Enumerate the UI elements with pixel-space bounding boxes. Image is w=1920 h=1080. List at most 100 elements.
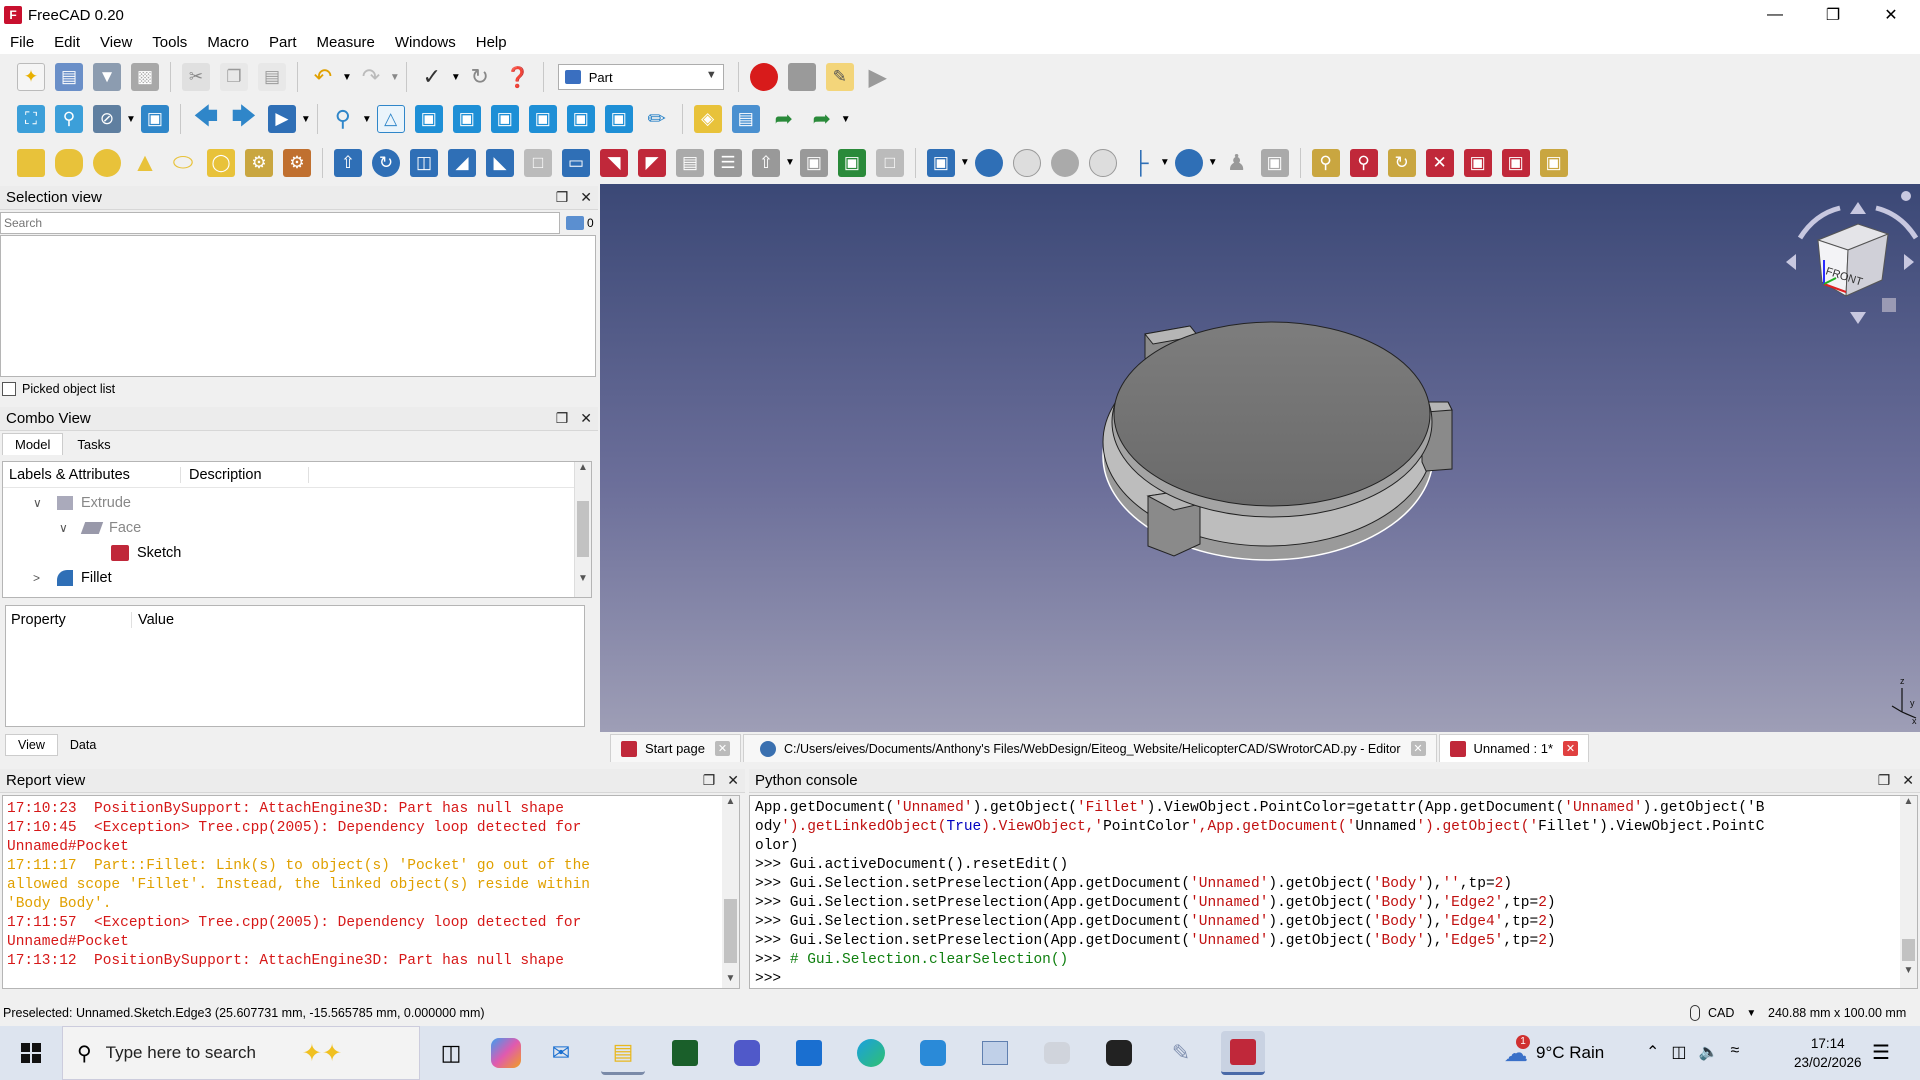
expand-icon[interactable]: ∨ (33, 496, 49, 510)
cross-sections-icon[interactable]: ☰ (714, 148, 742, 177)
refresh-check-icon[interactable]: ✓ (418, 63, 446, 91)
teams-icon[interactable] (725, 1031, 769, 1075)
menu-measure[interactable]: Measure (307, 34, 385, 51)
menu-part[interactable]: Part (259, 34, 307, 51)
tab-tasks[interactable]: Tasks (63, 434, 124, 455)
settings-app-icon[interactable] (1097, 1031, 1141, 1075)
taskbar-search-box[interactable]: ⚲ Type here to search ✦✦ (62, 1026, 420, 1080)
fillet-icon[interactable]: ◢ (448, 148, 476, 177)
macros-edit-icon[interactable]: ✎ (825, 63, 854, 91)
zoom-dropdown-icon[interactable]: ▼ (362, 114, 372, 125)
navigation-cube[interactable]: FRONT (1786, 191, 1919, 324)
right-view-icon[interactable]: ▣ (490, 105, 519, 133)
compound-tools-icon[interactable]: ▣ (926, 148, 955, 177)
link-dropdown-icon[interactable]: ▼ (841, 114, 851, 125)
spreadsheet-app-icon[interactable] (663, 1031, 707, 1075)
close-panel-icon[interactable]: ✕ (580, 189, 592, 206)
float-panel-icon[interactable]: ❐ (556, 189, 569, 206)
save-icon[interactable]: ▼ (93, 63, 121, 91)
tree-item-extrude[interactable]: ∨ Extrude (33, 490, 131, 515)
column-description[interactable]: Description (181, 466, 309, 483)
undo-icon[interactable]: ↶ (309, 63, 337, 91)
boolean-icon[interactable] (974, 148, 1003, 177)
close-tab-icon[interactable]: ✕ (715, 741, 730, 756)
collapse-icon[interactable]: > (33, 571, 49, 585)
tree-item-fillet[interactable]: > Fillet (33, 565, 112, 590)
common-icon[interactable] (1088, 148, 1117, 177)
windows-start-icon[interactable] (0, 1026, 62, 1080)
split-icon[interactable] (1174, 148, 1203, 177)
menu-view[interactable]: View (90, 34, 142, 51)
compound-dropdown-icon[interactable]: ▼ (960, 157, 970, 168)
close-window-button[interactable]: ✕ (1862, 0, 1920, 30)
selection-list[interactable] (0, 235, 596, 377)
selection-search-input[interactable] (0, 212, 560, 234)
bounding-box-icon[interactable]: ▣ (140, 105, 169, 133)
column-labels-attributes[interactable]: Labels & Attributes (3, 466, 181, 483)
tray-chevron-up-icon[interactable]: ⌃ (1646, 1042, 1659, 1062)
menu-edit[interactable]: Edit (44, 34, 90, 51)
defeaturing-icon[interactable]: ▣ (1260, 148, 1289, 177)
copilot-icon[interactable] (491, 1038, 521, 1068)
fit-selection-icon[interactable]: ⚲ (55, 105, 83, 133)
fuse-icon[interactable] (1050, 148, 1079, 177)
measure-linear-icon[interactable]: ⚲ (1311, 148, 1340, 177)
rear-view-icon[interactable]: ▣ (528, 105, 557, 133)
copy-icon[interactable]: ❐ (220, 63, 248, 91)
file-explorer-icon[interactable]: ▤ (601, 1031, 645, 1075)
draw-style-dropdown-icon[interactable]: ▼ (126, 114, 136, 125)
scrollbar-thumb[interactable] (577, 501, 589, 557)
toggle-delta-icon[interactable]: ▣ (1539, 148, 1568, 177)
thickness-icon[interactable]: ▣ (799, 148, 828, 177)
clear-all-icon[interactable]: ✕ (1425, 148, 1454, 177)
mail-icon[interactable]: ✉ (539, 1031, 583, 1075)
undo-dropdown-icon[interactable]: ▼ (342, 72, 352, 83)
clear-search-icon[interactable] (566, 216, 584, 230)
redo-dropdown-icon[interactable]: ▼ (390, 72, 400, 83)
projection-icon[interactable]: ▣ (837, 148, 866, 177)
back-arrow-icon[interactable]: 🡄 (192, 103, 220, 133)
close-tab-icon[interactable]: ✕ (1410, 741, 1426, 756)
menu-help[interactable]: Help (466, 34, 517, 51)
run-macro-icon[interactable]: ▶ (864, 63, 892, 91)
store-icon[interactable] (787, 1031, 831, 1075)
front-view-icon[interactable]: ▣ (414, 105, 443, 133)
stop-macro-icon[interactable] (787, 63, 816, 91)
tab-data[interactable]: Data (58, 735, 108, 755)
close-tab-icon[interactable]: ✕ (1563, 741, 1579, 756)
doc-tab-start-page[interactable]: Start page ✕ (610, 734, 741, 762)
measure-angular-icon[interactable]: ⚲ (1349, 148, 1378, 177)
close-panel-icon[interactable]: ✕ (727, 772, 739, 789)
shape-builder-icon[interactable]: ⚙ (283, 148, 311, 177)
offset-dropdown-icon[interactable]: ▼ (785, 157, 795, 168)
zoom-icon[interactable]: ⚲ (329, 105, 357, 133)
forward-arrow-icon[interactable]: 🡆 (230, 103, 258, 133)
tray-device-icon[interactable]: ◫ (1671, 1042, 1686, 1062)
draw-style-icon[interactable]: ⊘ (93, 105, 121, 133)
fit-all-icon[interactable]: ⛶ (17, 105, 45, 133)
console-scrollbar[interactable]: ▲ ▼ (1900, 796, 1917, 988)
restore-button[interactable]: ❐ (1804, 0, 1862, 30)
report-scrollbar[interactable]: ▲ ▼ (722, 796, 739, 988)
new-document-icon[interactable]: ✦ (17, 63, 45, 91)
isometric-view-icon[interactable]: △ (376, 105, 405, 133)
navigation-style-selector[interactable]: CAD ▼ (1690, 1002, 1756, 1024)
color-per-face-icon[interactable]: □ (875, 148, 904, 177)
float-panel-icon[interactable]: ❐ (1878, 772, 1891, 789)
picked-object-checkbox[interactable] (2, 382, 16, 396)
weather-widget[interactable]: ☁ 1 9°C Rain (1504, 1034, 1604, 1070)
close-panel-icon[interactable]: ✕ (580, 410, 592, 427)
loft-icon[interactable]: ◥ (600, 148, 628, 177)
scrollbar-thumb[interactable] (724, 899, 737, 963)
expand-icon[interactable]: ∨ (59, 521, 75, 535)
part-cylinder-icon[interactable] (55, 148, 83, 177)
mirror-icon[interactable]: ◫ (410, 148, 438, 177)
task-view-icon[interactable]: ◫ (429, 1031, 473, 1075)
doc-tab-unnamed[interactable]: Unnamed : 1* ✕ (1438, 734, 1590, 762)
cut-boolean-icon[interactable] (1012, 148, 1041, 177)
column-property[interactable]: Property (6, 612, 132, 628)
scanner-app-icon[interactable] (1035, 1031, 1079, 1075)
3d-view[interactable]: FRONT z y x (600, 184, 1920, 732)
tree-item-face[interactable]: ∨ Face (59, 515, 141, 540)
volume-icon[interactable]: 🔈 (1699, 1042, 1719, 1062)
